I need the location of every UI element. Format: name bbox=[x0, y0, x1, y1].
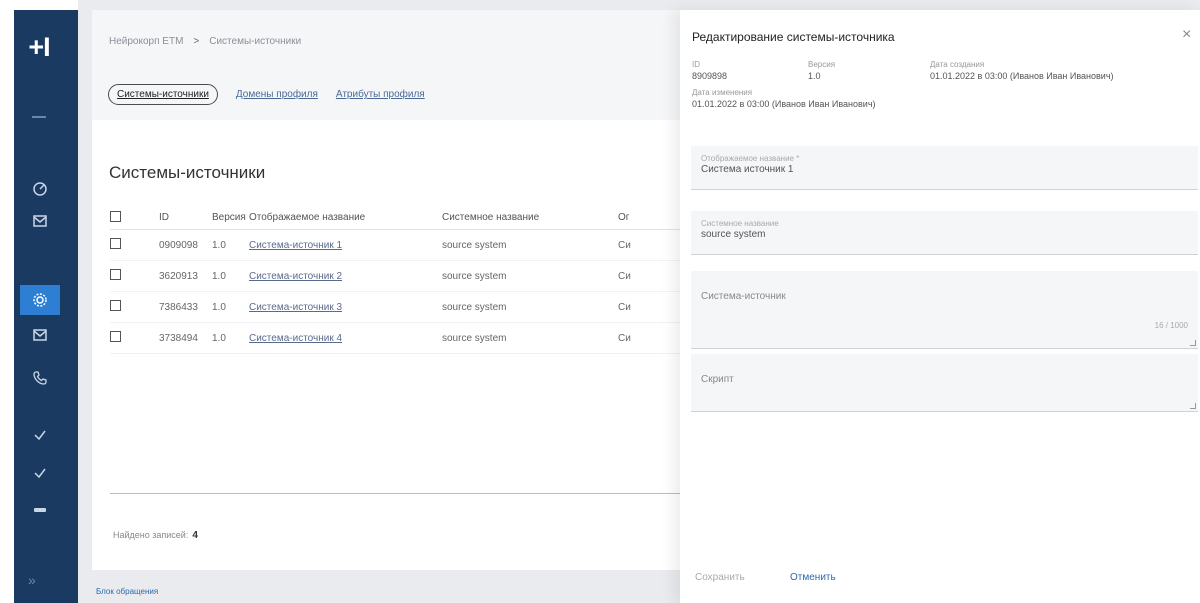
column-header-version[interactable]: Версия bbox=[212, 212, 249, 223]
meta-created-label: Дата создания bbox=[930, 60, 985, 69]
tab-profile-attributes[interactable]: Атрибуты профиля bbox=[336, 89, 425, 100]
breadcrumb-item[interactable]: Нейрокорп ETM bbox=[109, 36, 183, 47]
meta-version-value: 1.0 bbox=[808, 71, 821, 81]
row-checkbox[interactable] bbox=[110, 269, 121, 280]
cell-id: 0909098 bbox=[159, 239, 198, 251]
row-checkbox[interactable] bbox=[110, 331, 121, 342]
cell-id: 3620913 bbox=[159, 270, 198, 282]
tabs: Системы-источники Домены профиля Атрибут… bbox=[108, 84, 425, 105]
records-found-label: Найдено записей: bbox=[113, 530, 189, 540]
divider bbox=[32, 116, 46, 118]
cell-system-name: source system bbox=[442, 239, 507, 251]
meta-version-label: Версия bbox=[808, 60, 836, 69]
footer-link[interactable]: Блок обращения bbox=[96, 587, 158, 596]
table-header: ID Версия Отображаемое название Системно… bbox=[110, 206, 685, 230]
tab-source-systems[interactable]: Системы-источники bbox=[108, 84, 218, 105]
save-button[interactable]: Сохранить bbox=[695, 572, 745, 583]
panel-title: Редактирование системы-источника bbox=[692, 30, 895, 44]
page-title: Системы-источники bbox=[109, 163, 266, 182]
display-name-label: Отображаемое название * bbox=[701, 154, 800, 163]
data-table: ID Версия Отображаемое название Системно… bbox=[110, 206, 685, 354]
phone-icon[interactable] bbox=[20, 363, 60, 393]
sidebar: +I » bbox=[0, 0, 78, 603]
minus-icon[interactable] bbox=[20, 495, 60, 525]
description-field[interactable]: Система-источник 16 / 1000 bbox=[691, 271, 1198, 349]
cell-truncated: Си bbox=[618, 270, 631, 282]
breadcrumb: Нейрокорп ETM > Системы-источники bbox=[109, 36, 301, 47]
cell-truncated: Си bbox=[618, 332, 631, 344]
resize-handle-icon[interactable] bbox=[1190, 340, 1196, 346]
close-icon[interactable]: × bbox=[1182, 26, 1191, 44]
cell-truncated: Си bbox=[618, 239, 631, 251]
display-name-field[interactable]: Отображаемое название * Система источник… bbox=[691, 146, 1198, 190]
select-all-checkbox[interactable] bbox=[110, 210, 121, 222]
dashboard-icon[interactable] bbox=[20, 174, 60, 204]
table-divider bbox=[110, 493, 685, 494]
cell-truncated: Си bbox=[618, 301, 631, 313]
cell-display-link[interactable]: Система-источник 1 bbox=[249, 240, 342, 251]
table-row[interactable]: 7386433 1.0 Система-источник 3 source sy… bbox=[110, 292, 685, 323]
system-name-input[interactable]: source system bbox=[701, 229, 765, 240]
check-icon[interactable] bbox=[20, 420, 60, 450]
description-counter: 16 / 1000 bbox=[1154, 321, 1188, 330]
cell-id: 7386433 bbox=[159, 301, 198, 313]
breadcrumb-separator: > bbox=[193, 36, 200, 47]
cell-system-name: source system bbox=[442, 332, 507, 344]
column-header-system-name[interactable]: Системное название bbox=[442, 212, 618, 223]
meta-id-value: 8909898 bbox=[692, 71, 728, 81]
table-row[interactable]: 3620913 1.0 Система-источник 2 source sy… bbox=[110, 261, 685, 292]
meta-id-label: ID bbox=[692, 60, 700, 69]
cell-display-link[interactable]: Система-источник 3 bbox=[249, 302, 342, 313]
meta-created-value: 01.01.2022 в 03:00 (Иванов Иван Иванович… bbox=[930, 71, 1114, 81]
mail-icon[interactable] bbox=[20, 206, 60, 236]
cell-version: 1.0 bbox=[212, 301, 226, 313]
cell-system-name: source system bbox=[442, 301, 507, 313]
mail-icon[interactable] bbox=[20, 320, 60, 350]
comment-field[interactable]: Скрипт bbox=[691, 354, 1198, 412]
cell-display-link[interactable]: Система-источник 4 bbox=[249, 333, 342, 344]
cell-display-link[interactable]: Система-источник 2 bbox=[249, 271, 342, 282]
cancel-button[interactable]: Отменить bbox=[790, 572, 836, 583]
cell-version: 1.0 bbox=[212, 270, 226, 282]
comment-textarea[interactable]: Скрипт bbox=[701, 374, 734, 385]
table-row[interactable]: 3738494 1.0 Система-источник 4 source sy… bbox=[110, 323, 685, 354]
records-found: Найдено записей: 4 bbox=[113, 530, 198, 541]
expand-icon[interactable]: » bbox=[28, 572, 36, 588]
description-textarea[interactable]: Система-источник bbox=[701, 291, 786, 302]
resize-handle-icon[interactable] bbox=[1190, 403, 1196, 409]
system-name-field[interactable]: Системное название source system bbox=[691, 211, 1198, 255]
app-logo[interactable]: +I bbox=[14, 32, 64, 63]
meta-updated-label: Дата изменения bbox=[692, 88, 753, 97]
row-checkbox[interactable] bbox=[110, 238, 121, 249]
column-header-display-name[interactable]: Отображаемое название bbox=[249, 212, 442, 223]
row-checkbox[interactable] bbox=[110, 300, 121, 311]
cell-system-name: source system bbox=[442, 270, 507, 282]
records-found-count: 4 bbox=[192, 530, 198, 541]
system-name-label: Системное название bbox=[701, 219, 779, 228]
display-name-input[interactable]: Система источник 1 bbox=[701, 164, 793, 175]
table-row[interactable]: 0909098 1.0 Система-источник 1 source sy… bbox=[110, 230, 685, 261]
settings-icon[interactable] bbox=[20, 285, 60, 315]
cell-id: 3738494 bbox=[159, 332, 198, 344]
meta-updated-value: 01.01.2022 в 03:00 (Иванов Иван Иванович… bbox=[692, 99, 876, 109]
breadcrumb-item[interactable]: Системы-источники bbox=[209, 36, 301, 47]
cell-version: 1.0 bbox=[212, 239, 226, 251]
tab-profile-domains[interactable]: Домены профиля bbox=[236, 89, 318, 100]
column-header-id[interactable]: ID bbox=[159, 212, 212, 223]
column-header-truncated[interactable]: Ог bbox=[618, 212, 658, 223]
check-icon[interactable] bbox=[20, 458, 60, 488]
cell-version: 1.0 bbox=[212, 332, 226, 344]
